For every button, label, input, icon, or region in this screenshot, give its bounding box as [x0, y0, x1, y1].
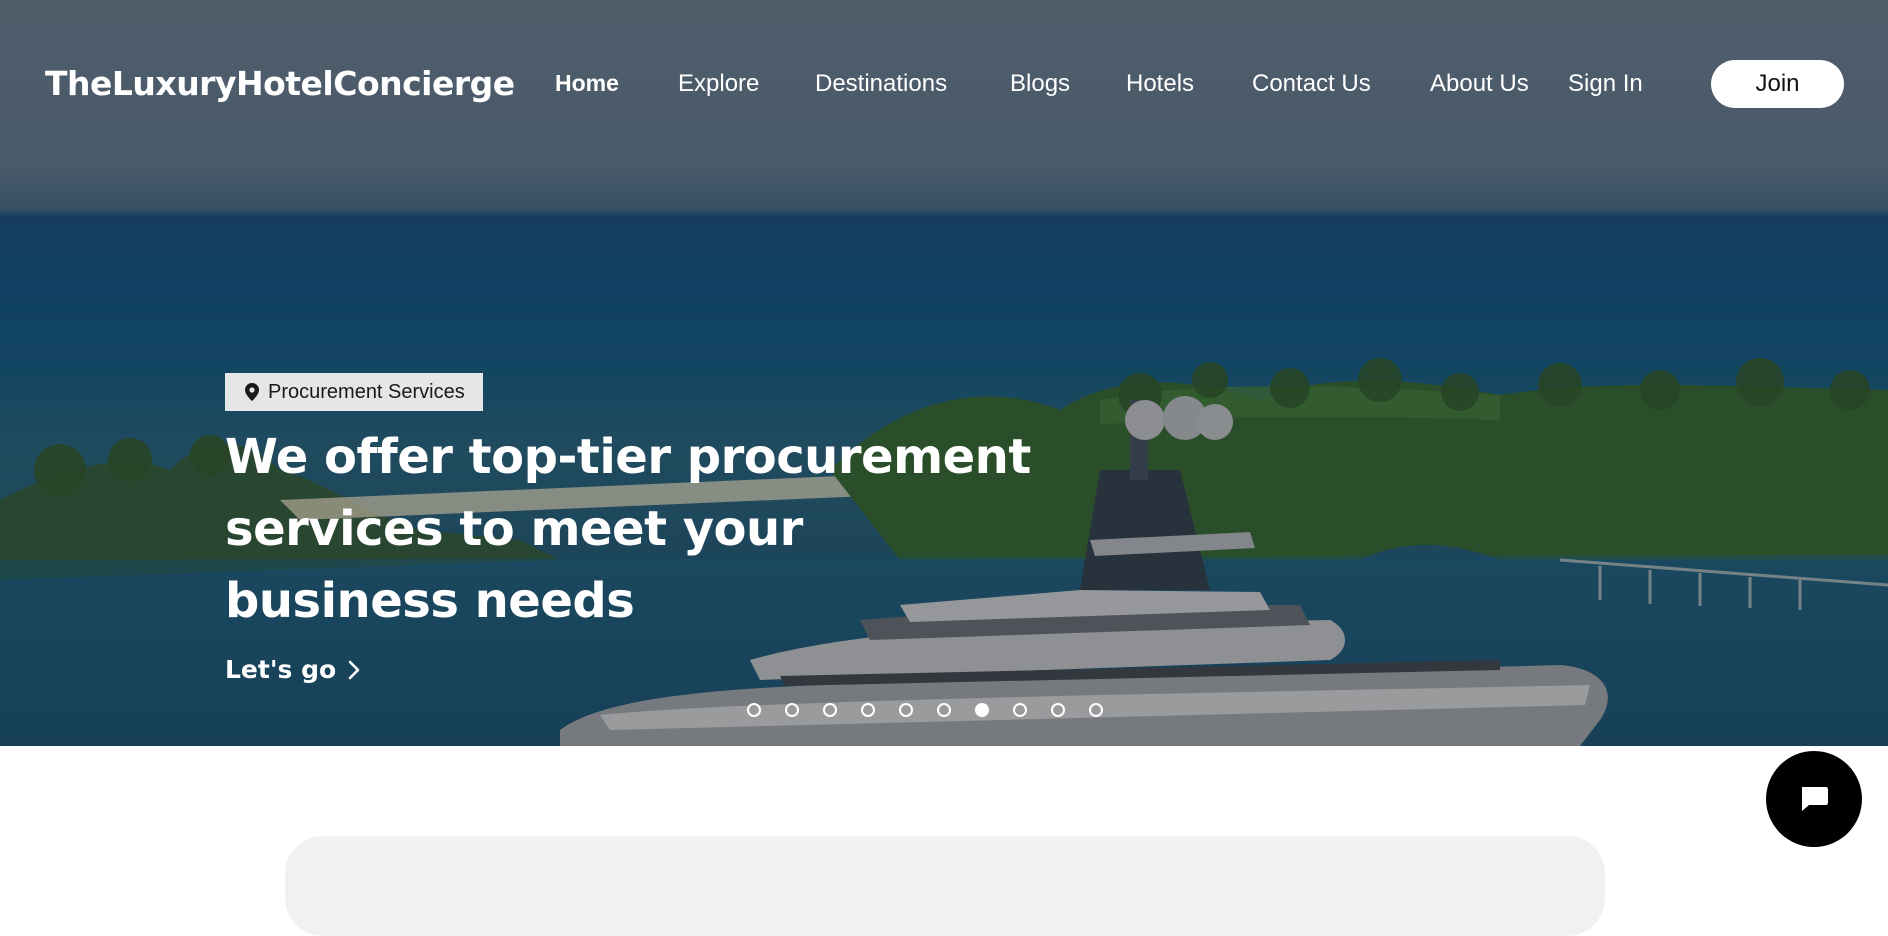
map-pin-icon	[245, 383, 259, 401]
carousel-dot[interactable]	[1089, 703, 1103, 717]
carousel-dot[interactable]	[937, 703, 951, 717]
hero-headline: We offer top-tier procurement services t…	[225, 429, 1031, 629]
nav-about-us[interactable]: About Us	[1430, 70, 1529, 98]
lets-go-link[interactable]: Let's go	[225, 655, 360, 684]
chat-button[interactable]	[1766, 751, 1862, 847]
carousel-dot[interactable]	[823, 703, 837, 717]
nav-hotels[interactable]: Hotels	[1126, 70, 1194, 98]
site-logo[interactable]: TheLuxuryHotelConcierge	[45, 64, 515, 103]
chevron-right-icon	[348, 660, 360, 679]
nav-explore[interactable]: Explore	[678, 70, 759, 98]
carousel-dot[interactable]	[747, 703, 761, 717]
carousel-dot[interactable]	[899, 703, 913, 717]
carousel-indicators	[747, 703, 1103, 717]
top-navigation: TheLuxuryHotelConcierge Home Explore Des…	[0, 0, 1888, 170]
lets-go-label: Let's go	[225, 655, 337, 684]
carousel-dot[interactable]	[975, 703, 989, 717]
hero-banner: TheLuxuryHotelConcierge Home Explore Des…	[0, 0, 1888, 746]
sign-in-link[interactable]: Sign In	[1568, 70, 1643, 98]
carousel-dot[interactable]	[785, 703, 799, 717]
carousel-dot[interactable]	[861, 703, 875, 717]
join-button[interactable]: Join	[1711, 60, 1844, 108]
carousel-dot[interactable]	[1013, 703, 1027, 717]
carousel-dot[interactable]	[1051, 703, 1065, 717]
nav-destinations[interactable]: Destinations	[815, 70, 947, 98]
category-tag-label: Procurement Services	[268, 380, 465, 403]
content-card	[285, 836, 1605, 936]
chat-bubble-icon	[1802, 787, 1828, 811]
nav-contact-us[interactable]: Contact Us	[1252, 70, 1371, 98]
nav-home[interactable]: Home	[555, 70, 619, 97]
nav-blogs[interactable]: Blogs	[1010, 70, 1070, 98]
category-tag: Procurement Services	[225, 373, 483, 411]
